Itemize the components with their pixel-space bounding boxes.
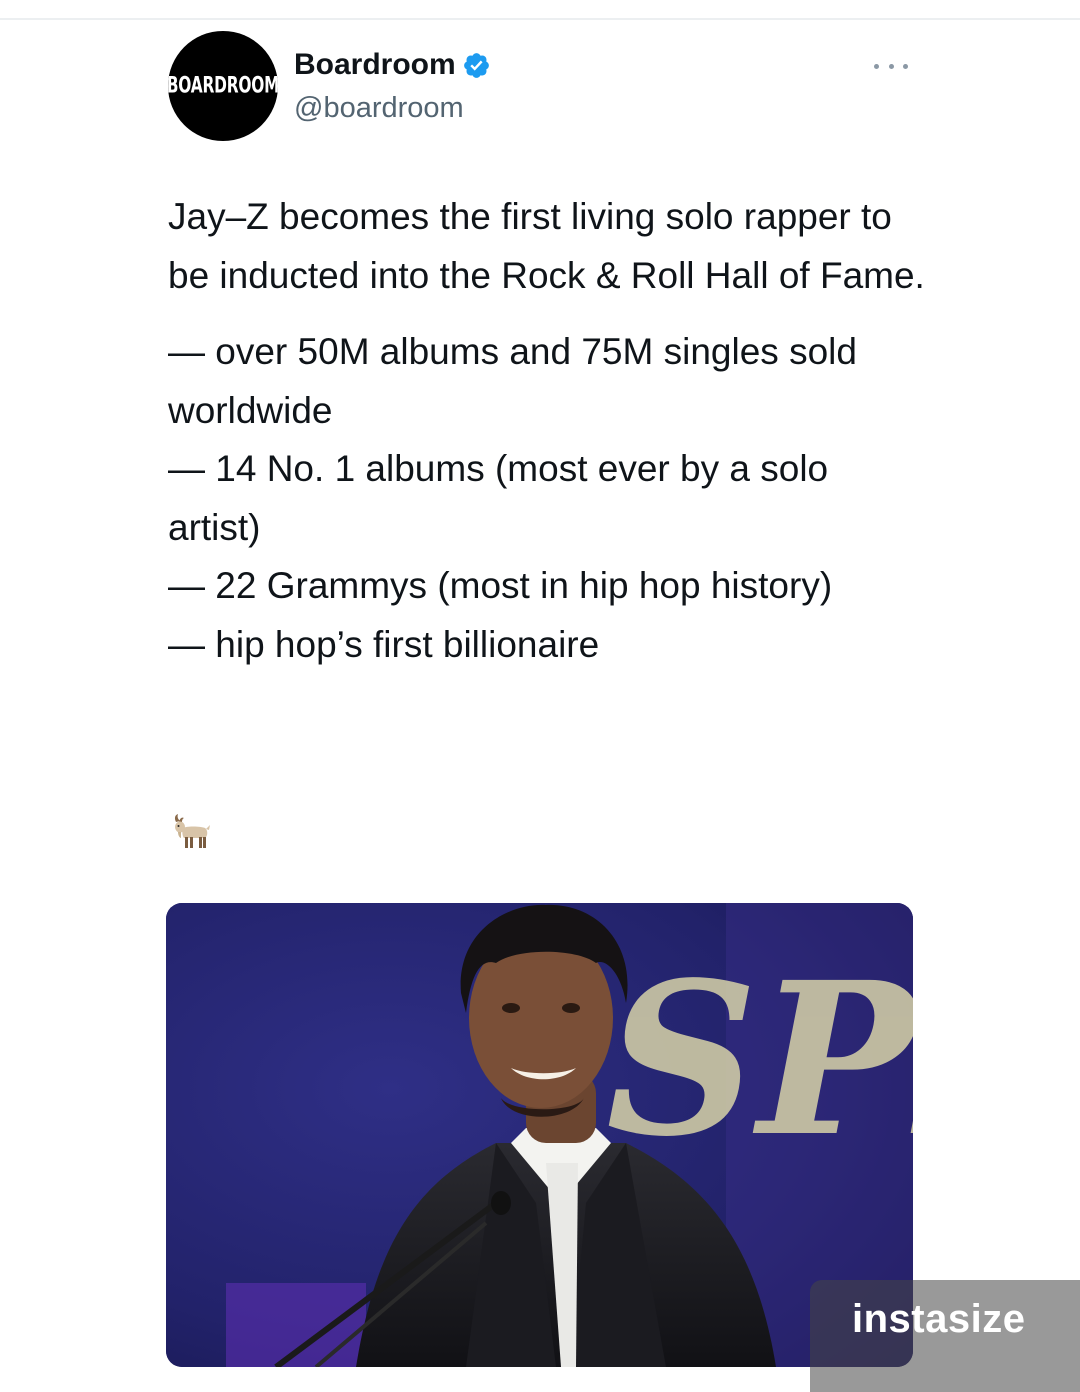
tweet-bullet: — hip hop’s first billionaire [168,623,600,665]
tweet-bullet: — 14 No. 1 albums (most ever by a solo a… [168,448,829,548]
top-divider [0,18,1080,20]
photo-illustration: SPI [166,903,913,1367]
tweet-photo[interactable]: SPI [166,903,913,1367]
tweet-intro: Jay–Z becomes the first living solo rapp… [168,196,925,296]
avatar[interactable]: BOARDROOM [168,31,278,141]
goat-icon [174,814,210,848]
account-handle[interactable]: @boardroom [294,90,464,126]
tweet-bullet: — 22 Grammys (most in hip hop history) [168,565,833,606]
watermark-text: instasize [852,1297,1026,1341]
tweet-text: Jay–Z becomes the first living solo rapp… [168,188,928,674]
stage-sign-text: SPI [606,936,913,1183]
tweet-bullet: — over 50M albums and 75M singles sold w… [168,331,857,431]
avatar-logo-text: BOARDROOM [168,73,278,99]
verified-badge-icon [463,52,489,78]
display-name[interactable]: Boardroom [294,46,456,84]
name-row: Boardroom [294,46,491,84]
more-icon[interactable] [874,56,908,76]
